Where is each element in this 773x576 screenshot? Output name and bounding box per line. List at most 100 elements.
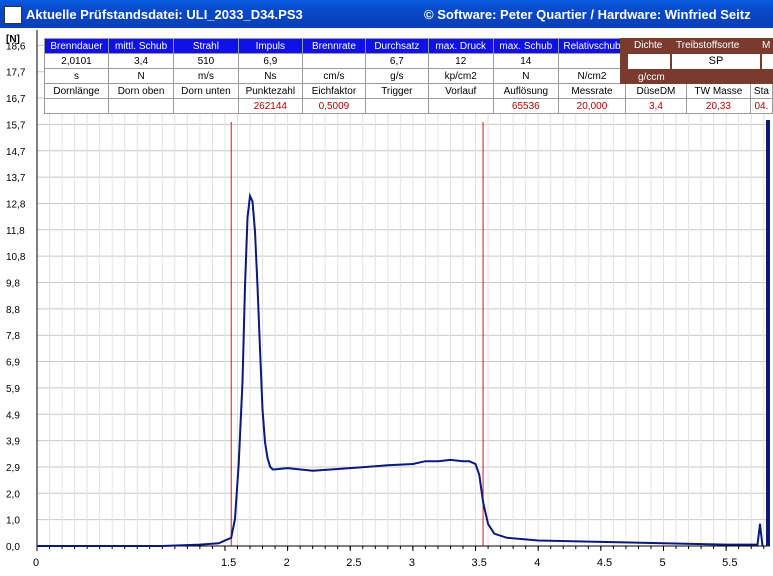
- row1-value-7: 14: [492, 53, 560, 69]
- data-point: [266, 457, 269, 460]
- data-point: [230, 536, 233, 539]
- fuel-type-header: Treibstoffsorte: [676, 40, 740, 51]
- row1-unit-5: g/s: [364, 68, 429, 84]
- data-point: [474, 463, 477, 465]
- row2-header-4: Eichfaktor: [302, 83, 366, 99]
- row2-value-5: [364, 98, 429, 114]
- row2-header-9: DüseDM: [624, 83, 687, 99]
- data-point: [761, 545, 764, 547]
- row1-unit-4: cm/s: [302, 68, 366, 84]
- row2-value-10: 20,33: [685, 98, 751, 114]
- y-tick-label: 4,9: [6, 410, 20, 421]
- row1-value-0: 2,0101: [44, 53, 109, 69]
- density-field[interactable]: [628, 54, 670, 69]
- row1-header-5: Durchsatz: [364, 38, 429, 54]
- row2-header-10: TW Masse: [685, 83, 751, 99]
- data-point: [271, 468, 274, 471]
- y-tick-label: 14,7: [6, 147, 26, 158]
- data-point: [246, 217, 249, 219]
- row1-header-0: Brenndauer: [44, 38, 109, 54]
- data-point: [424, 460, 427, 463]
- right-edge-bar: [766, 120, 770, 546]
- row2-value-11: 04.: [749, 98, 773, 114]
- data-point: [237, 463, 240, 465]
- data-point: [199, 543, 201, 546]
- row1-value-5: 6,7: [364, 53, 429, 69]
- row1-unit-6: kp/cm2: [427, 68, 494, 84]
- row2-header-3: Punktezahl: [237, 83, 304, 99]
- data-point: [493, 532, 496, 535]
- row2-value-4: 0,5009: [302, 98, 366, 114]
- row1-value-6: 12: [427, 53, 494, 69]
- data-point: [759, 523, 761, 525]
- x-tick-label: 5: [659, 557, 665, 569]
- row1-unit-3: Ns: [237, 68, 304, 84]
- y-tick-label: 1,0: [6, 516, 20, 527]
- data-point: [234, 517, 236, 520]
- row2-value-9: 3,4: [624, 98, 687, 114]
- y-tick-label: 3,9: [6, 437, 20, 448]
- x-tick-label: 4.5: [597, 557, 612, 569]
- data-point: [254, 230, 256, 233]
- row2-header-7: Auflösung: [492, 83, 560, 99]
- row2-header-1: Dorn oben: [107, 83, 175, 99]
- data-point: [274, 468, 276, 471]
- y-tick-label: 17,7: [6, 68, 26, 79]
- data-point: [349, 467, 352, 469]
- data-point: [286, 467, 289, 469]
- data-point: [387, 464, 389, 467]
- row2-header-6: Vorlauf: [427, 83, 494, 99]
- y-tick-label: 6,9: [6, 358, 20, 369]
- fuel-type-field[interactable]: SP: [672, 54, 760, 69]
- row1-unit-0: s: [44, 68, 109, 84]
- y-tick-label: 8,8: [6, 305, 20, 316]
- data-point: [487, 523, 489, 525]
- row2-value-1: [107, 98, 175, 114]
- x-tick-label: 1.5: [221, 557, 236, 569]
- data-point: [244, 285, 246, 288]
- row1-header-3: Impuls: [237, 38, 304, 54]
- row1-header-8: Relativschub: [558, 38, 626, 54]
- row1-unit-2: m/s: [173, 68, 239, 84]
- data-point: [462, 460, 464, 463]
- x-tick-label: 3: [409, 557, 415, 569]
- data-point: [437, 460, 439, 463]
- row2-value-8: 20,000: [558, 98, 626, 114]
- density-unit: g/ccm: [638, 72, 665, 83]
- row1-value-4: [302, 53, 366, 69]
- row1-header-2: Strahl: [173, 38, 239, 54]
- row1-header-4: Brennrate: [302, 38, 366, 54]
- x-tick-label: 2.5: [346, 557, 361, 569]
- data-point: [482, 501, 484, 504]
- data-point: [478, 474, 481, 476]
- row1-header-1: mittl. Schub: [107, 38, 175, 54]
- row1-header-7: max. Schub: [492, 38, 560, 54]
- mass-field[interactable]: [762, 54, 773, 69]
- y-tick-label: 13,7: [6, 173, 26, 184]
- data-point: [161, 545, 164, 547]
- data-point: [251, 200, 254, 203]
- y-tick-label: 16,7: [6, 94, 26, 105]
- row1-unit-7: N: [492, 68, 560, 84]
- fuel-panel: Dichte Treibstoffsorte M SP g/ccm: [620, 38, 773, 84]
- y-tick-label: 10,8: [6, 252, 26, 263]
- data-point: [269, 465, 271, 468]
- row2-header-2: Dorn unten: [173, 83, 239, 99]
- x-tick-label: 5.5: [722, 557, 737, 569]
- y-tick-label: 2,9: [6, 463, 20, 474]
- data-point: [412, 463, 414, 465]
- data-point: [264, 441, 266, 443]
- data-point: [537, 539, 539, 542]
- row1-unit-1: N: [107, 68, 175, 84]
- data-point: [261, 408, 264, 411]
- density-header: Dichte: [634, 40, 663, 51]
- mass-header: M: [762, 40, 771, 51]
- y-tick-label: 11,8: [6, 226, 25, 237]
- row1-value-2: 510: [173, 53, 239, 69]
- data-point: [217, 542, 220, 545]
- data-point: [449, 459, 452, 461]
- y-tick-label: 15,7: [6, 120, 26, 131]
- row2-value-0: [44, 98, 109, 114]
- data-point: [36, 545, 38, 547]
- row1-unit-8: N/cm2: [558, 68, 626, 84]
